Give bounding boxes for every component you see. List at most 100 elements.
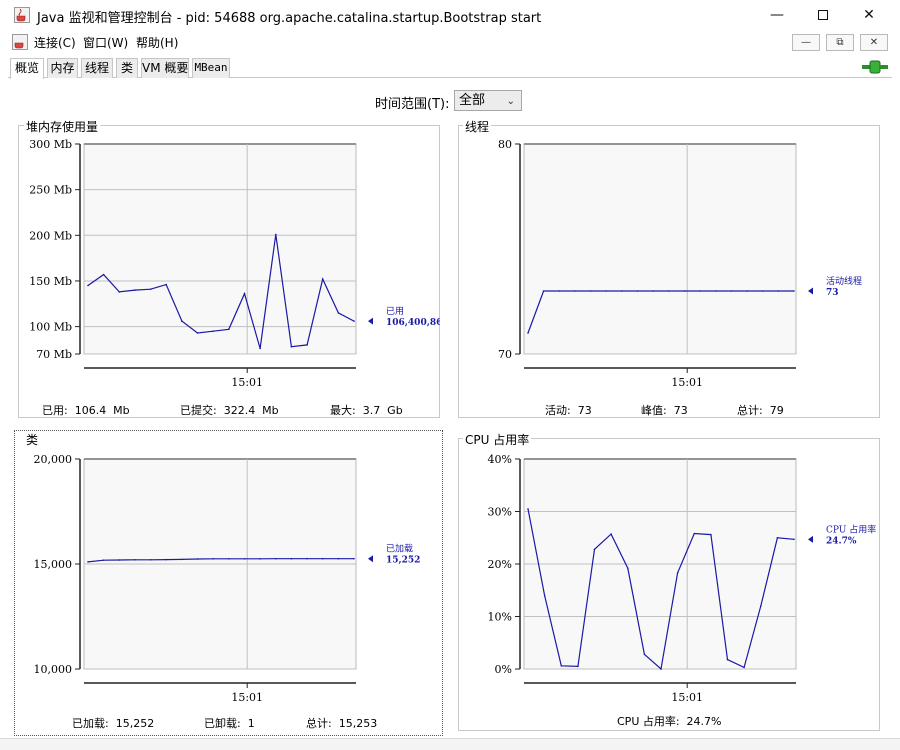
- series-point: [196, 332, 199, 334]
- series-value-label: 73: [826, 288, 839, 298]
- tab-memory[interactable]: 内存: [47, 58, 78, 78]
- series-point: [776, 537, 779, 539]
- plot-area: [523, 143, 797, 355]
- tab-overview[interactable]: 概览: [10, 58, 44, 79]
- series-point: [777, 290, 780, 292]
- menu-window[interactable]: 窗口(W): [83, 34, 128, 51]
- series-point: [636, 290, 639, 292]
- tab-mbean[interactable]: MBean: [192, 58, 230, 78]
- series-point: [605, 290, 607, 292]
- series-point: [652, 290, 654, 292]
- close-button[interactable]: ✕: [846, 0, 892, 30]
- series-point: [627, 567, 629, 569]
- heap-max-summary: 最大: 3.7 Gb: [330, 404, 403, 417]
- taskbar-strip: [0, 738, 900, 750]
- cpu-chart: 0% 10% 20% 30% 40% 15:01 CPU 占用率24.7%: [488, 453, 877, 704]
- threads-total-summary: 总计: 79: [737, 404, 784, 417]
- menubar: [0, 30, 900, 54]
- threads-peak-summary: 峰值: 73: [641, 404, 688, 417]
- y-tick-label: 200 Mb: [29, 229, 72, 242]
- series-point: [134, 289, 136, 291]
- maximize-icon: [818, 10, 828, 20]
- classes-loaded-summary: 已加载: 15,252: [72, 717, 155, 730]
- series-point: [321, 557, 324, 560]
- series-point: [353, 320, 355, 322]
- series-value-label: 15,252: [386, 556, 420, 566]
- series-point: [149, 288, 152, 290]
- series-point: [149, 559, 152, 561]
- heap-memory-chart: 70 Mb 100 Mb 150 Mb 200 Mb 250 Mb 300 Mb 15:01…: [29, 138, 440, 389]
- y-tick-label: 30%: [488, 506, 512, 519]
- series-point: [181, 320, 183, 322]
- y-tick-label: 250 Mb: [29, 184, 72, 197]
- series-point: [574, 290, 576, 292]
- time-range-select[interactable]: 全部 ⌄: [454, 90, 522, 111]
- y-tick-label: 20%: [488, 558, 512, 571]
- series-point: [793, 538, 795, 541]
- x-tick-label: 15:01: [231, 376, 263, 389]
- tab-threads[interactable]: 线程: [81, 58, 113, 78]
- series-point: [746, 290, 748, 292]
- series-name-label: 活动线程: [826, 275, 862, 287]
- series-point: [577, 665, 579, 668]
- series-point: [527, 508, 529, 510]
- series-point: [699, 290, 701, 292]
- current-value-marker: [368, 317, 373, 325]
- series-point: [593, 548, 596, 551]
- series-point: [259, 347, 261, 350]
- x-tick-label: 15:01: [231, 691, 263, 704]
- close-icon: ✕: [869, 37, 879, 48]
- mdi-restore-button[interactable]: ⧉: [826, 34, 854, 51]
- series-point: [243, 558, 246, 560]
- time-range-value: 全部: [459, 93, 486, 108]
- series-point: [165, 283, 167, 286]
- y-tick-label: 10,000: [34, 663, 73, 676]
- series-point: [228, 558, 230, 560]
- minimize-button[interactable]: —: [754, 0, 800, 30]
- series-point: [275, 557, 277, 560]
- y-tick-label: 150 Mb: [29, 275, 72, 288]
- series-point: [321, 278, 324, 280]
- series-point: [290, 557, 293, 560]
- series-point: [212, 330, 214, 332]
- series-point: [306, 344, 308, 346]
- series-point: [610, 533, 612, 535]
- series-point: [259, 558, 261, 560]
- x-tick-label: 15:01: [671, 691, 703, 704]
- series-point: [793, 290, 795, 292]
- y-tick-label: 300 Mb: [29, 138, 72, 151]
- series-point: [212, 558, 214, 560]
- series-point: [181, 558, 183, 561]
- series-point: [726, 658, 729, 661]
- minimize-icon: —: [770, 7, 784, 23]
- series-point: [118, 291, 121, 293]
- y-tick-label: 20,000: [34, 453, 73, 466]
- series-point: [102, 559, 105, 561]
- current-value-marker: [368, 555, 373, 563]
- threads-live-summary: 活动: 73: [545, 404, 592, 417]
- series-point: [761, 290, 764, 292]
- tab-vm-summary[interactable]: VM 概要: [141, 58, 189, 78]
- series-point: [306, 557, 308, 560]
- close-icon: ✕: [863, 7, 875, 23]
- heap-committed-summary: 已提交: 322.4 Mb: [180, 404, 279, 417]
- tab-classes[interactable]: 类: [116, 58, 138, 78]
- chevron-down-icon: ⌄: [506, 96, 515, 107]
- menu-connection[interactable]: 连接(C): [34, 34, 76, 51]
- classes-total-summary: 总计: 15,253: [306, 717, 378, 730]
- maximize-button[interactable]: [800, 0, 846, 30]
- series-point: [134, 559, 136, 561]
- series-point: [710, 533, 712, 536]
- series-point: [275, 233, 277, 236]
- mdi-minimize-button[interactable]: —: [792, 34, 820, 51]
- mdi-close-button[interactable]: ✕: [860, 34, 888, 51]
- threads-chart: 70 80 15:01 活动线程73: [498, 138, 862, 389]
- time-range-label: 时间范围(T):: [375, 97, 450, 112]
- menu-help[interactable]: 帮助(H): [136, 34, 178, 51]
- heap-used-summary: 已用: 106.4 Mb: [42, 404, 130, 417]
- series-name-label: CPU 占用率: [826, 523, 876, 535]
- y-tick-label: 10%: [488, 611, 512, 624]
- series-point: [643, 653, 646, 656]
- series-point: [715, 290, 717, 292]
- series-name-label: 已用: [386, 306, 404, 317]
